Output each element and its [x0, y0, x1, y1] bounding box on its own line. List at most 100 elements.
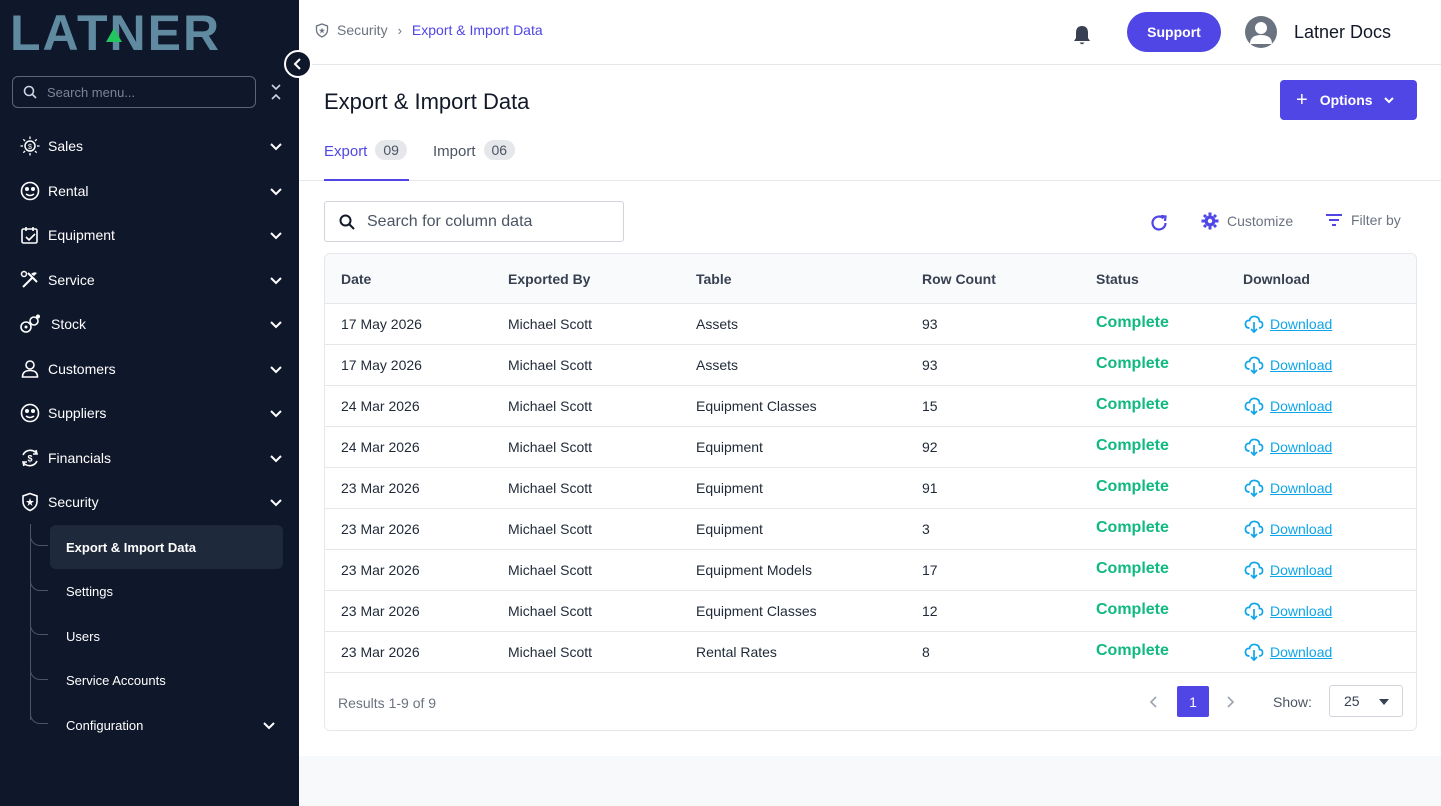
download-link-label[interactable]: Download: [1270, 480, 1332, 496]
download-link[interactable]: Download: [1244, 642, 1332, 662]
sidebar-item-security[interactable]: Security: [0, 482, 299, 522]
download-link-label[interactable]: Download: [1270, 562, 1332, 578]
sidebar-item-label: Rental: [48, 183, 89, 199]
sidebar-subitem-label: Export & Import Data: [66, 539, 197, 555]
page-size-label: Show:: [1273, 694, 1312, 710]
page-size-select[interactable]: 25: [1329, 685, 1403, 717]
avatar[interactable]: [1245, 16, 1277, 48]
download-link[interactable]: Download: [1244, 560, 1332, 580]
table-row: 23 Mar 2026 Michael Scott Equipment Models…: [325, 550, 1416, 591]
table-row: 23 Mar 2026 Michael Scott Equipment Classe…: [325, 591, 1416, 632]
cell-status: Complete: [1096, 642, 1169, 659]
cell-exported-by: Michael Scott: [508, 521, 593, 537]
sidebar-item-sales[interactable]: $ Sales: [0, 126, 299, 166]
breadcrumb-security[interactable]: Security: [337, 22, 388, 38]
sidebar-item-rental[interactable]: Rental: [0, 171, 299, 211]
download-link[interactable]: Download: [1244, 601, 1332, 621]
cell-exported-by: Michael Scott: [508, 357, 593, 373]
submenu-connector: [30, 577, 48, 591]
sidebar: LATNER $ Sales Rental Equipment Service …: [0, 0, 312, 806]
download-link[interactable]: Download: [1244, 355, 1332, 375]
sidebar-subitem-label: Service Accounts: [66, 672, 166, 688]
sidebar-item-label: Security: [48, 494, 99, 510]
table-footer: Results 1-9 of 9 1 Show: 25: [325, 673, 1416, 730]
download-link-label[interactable]: Download: [1270, 316, 1332, 332]
sidebar-item-equipment[interactable]: Equipment: [0, 215, 299, 255]
sales-icon: $: [19, 135, 41, 157]
cloud-download-icon: [1244, 561, 1264, 580]
cell-status: Complete: [1096, 478, 1169, 495]
breadcrumb-current[interactable]: Export & Import Data: [412, 22, 543, 38]
sidebar-subitem-users[interactable]: Users: [50, 614, 283, 658]
refresh-icon[interactable]: [1149, 213, 1169, 233]
menu-search-input[interactable]: [47, 84, 237, 100]
shield-icon: [19, 491, 41, 513]
sidebar-subitem-service-accounts[interactable]: Service Accounts: [50, 658, 283, 702]
column-header-status[interactable]: Status: [1096, 271, 1139, 287]
support-button[interactable]: Support: [1127, 12, 1221, 52]
download-link-label[interactable]: Download: [1270, 521, 1332, 537]
cloud-download-icon: [1244, 643, 1264, 662]
sidebar-item-stock[interactable]: Stock: [0, 304, 299, 344]
download-link[interactable]: Download: [1244, 478, 1332, 498]
download-link-label[interactable]: Download: [1270, 439, 1332, 455]
column-header-date[interactable]: Date: [341, 271, 371, 287]
column-header-row-count[interactable]: Row Count: [922, 271, 996, 287]
column-header-download[interactable]: Download: [1243, 271, 1310, 287]
cell-exported-by: Michael Scott: [508, 480, 593, 496]
cell-row-count: 93: [922, 357, 938, 373]
download-link-label[interactable]: Download: [1270, 603, 1332, 619]
tab-export[interactable]: Export 09: [324, 140, 409, 181]
download-link[interactable]: Download: [1244, 396, 1332, 416]
cell-exported-by: Michael Scott: [508, 562, 593, 578]
tab-count-badge: 09: [375, 140, 407, 160]
download-link[interactable]: Download: [1244, 314, 1332, 334]
sidebar-subitem-label: Configuration: [66, 717, 144, 733]
download-link[interactable]: Download: [1244, 519, 1332, 539]
cell-table: Rental Rates: [696, 644, 777, 660]
sidebar-item-label: Service: [48, 272, 95, 288]
cell-date: 17 May 2026: [341, 357, 422, 373]
filter-button[interactable]: Filter by: [1325, 212, 1401, 228]
column-header-table[interactable]: Table: [696, 271, 732, 287]
column-header-exported-by[interactable]: Exported By: [508, 271, 590, 287]
bell-icon[interactable]: [1072, 24, 1092, 46]
tab-import[interactable]: Import 06: [433, 140, 516, 181]
download-link-label[interactable]: Download: [1270, 644, 1332, 660]
customize-label: Customize: [1227, 213, 1294, 229]
download-link-label[interactable]: Download: [1270, 357, 1332, 373]
sidebar-subitem-export-import[interactable]: Export & Import Data: [50, 525, 283, 569]
download-link[interactable]: Download: [1244, 437, 1332, 457]
download-link-label[interactable]: Download: [1270, 398, 1332, 414]
cell-row-count: 8: [922, 644, 930, 660]
options-button[interactable]: + Options: [1280, 80, 1417, 120]
sidebar-item-suppliers[interactable]: Suppliers: [0, 393, 299, 433]
suppliers-icon: [19, 402, 41, 424]
cell-date: 23 Mar 2026: [341, 480, 420, 496]
sidebar-subitem-configuration[interactable]: Configuration: [50, 703, 283, 747]
chevron-left-icon[interactable]: [1147, 693, 1161, 711]
cell-table: Equipment Classes: [696, 398, 817, 414]
cell-table: Assets: [696, 316, 739, 332]
table-search-input[interactable]: [367, 212, 607, 231]
chevron-right-icon[interactable]: [1223, 693, 1237, 711]
sidebar-subitem-settings[interactable]: Settings: [50, 569, 283, 613]
page-1-button[interactable]: 1: [1177, 686, 1209, 717]
chevron-down-icon: [270, 232, 282, 240]
chevron-down-icon: [270, 143, 282, 151]
cloud-download-icon: [1244, 438, 1264, 457]
cell-row-count: 15: [922, 398, 938, 414]
user-name[interactable]: Latner Docs: [1294, 22, 1391, 43]
export-table: Date Exported By Table Row Count Status …: [324, 253, 1417, 731]
collapse-sidebar-button[interactable]: [284, 50, 312, 78]
sidebar-item-financials[interactable]: $ Financials: [0, 438, 299, 478]
filter-icon: [1326, 214, 1342, 226]
cloud-download-icon: [1244, 479, 1264, 498]
sidebar-item-customers[interactable]: Customers: [0, 349, 299, 389]
collapse-all-icon[interactable]: [268, 82, 284, 102]
customize-button[interactable]: Customize: [1201, 212, 1293, 230]
cell-table: Equipment Classes: [696, 603, 817, 619]
sidebar-item-service[interactable]: Service: [0, 260, 299, 300]
user-avatar-icon: [1250, 22, 1272, 44]
gear-icon: [1201, 212, 1219, 230]
